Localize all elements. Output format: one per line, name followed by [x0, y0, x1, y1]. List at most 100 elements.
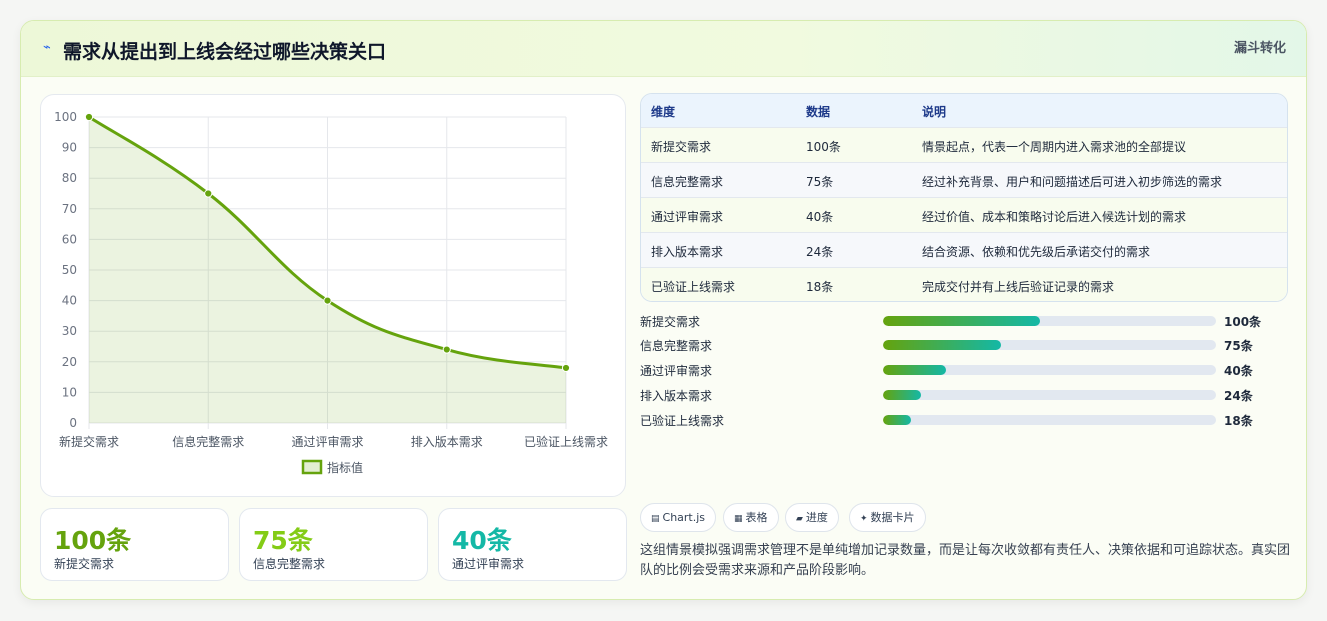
- stat-card: 100条 新提交需求: [40, 508, 229, 581]
- stat-value: 40条: [452, 526, 512, 555]
- table-cell: 已验证上线需求: [651, 280, 736, 294]
- progress-row: 已验证上线需求 18条: [640, 412, 1288, 430]
- progress-label: 排入版本需求: [640, 389, 713, 403]
- x-tick-label: 通过评审需求: [291, 434, 363, 449]
- table-cell: 24条: [806, 245, 834, 259]
- progress-value: 75条: [1224, 339, 1253, 353]
- x-tick-label: 新提交需求: [59, 434, 119, 449]
- progress-track: [883, 365, 1216, 375]
- chip-chartjs[interactable]: ▤ Chart.js: [640, 503, 717, 532]
- table-row: 排入版本需求 24条 结合资源、依赖和优先级后承诺交付的需求: [641, 232, 1287, 267]
- progress-value: 40条: [1224, 364, 1253, 378]
- progress-track: [883, 316, 1216, 326]
- data-point: [442, 345, 451, 354]
- y-tick-label: 100: [54, 110, 77, 124]
- x-tick-label: 排入版本需求: [411, 435, 483, 449]
- card-header: ⌁ 需求从提出到上线会经过哪些决策关口 漏斗转化: [21, 21, 1306, 77]
- y-tick-label: 0: [69, 416, 77, 430]
- data-point: [561, 363, 571, 373]
- sparkle-icon: ✦: [860, 514, 868, 524]
- table-header-row: 维度 数据 说明: [641, 94, 1287, 127]
- x-tick-label: 信息完整需求: [172, 434, 244, 449]
- y-tick-label: 80: [62, 171, 77, 185]
- data-point: [323, 296, 332, 305]
- progress-track: [883, 340, 1216, 350]
- stat-label: 通过评审需求: [452, 557, 525, 571]
- legend-swatch: [301, 459, 323, 475]
- progress-value: 24条: [1224, 389, 1253, 403]
- table-cell: 结合资源、依赖和优先级后承诺交付的需求: [922, 245, 1151, 259]
- progress-track: [883, 415, 1216, 425]
- table-cell: 经过补充背景、用户和问题描述后可进入初步筛选的需求: [922, 175, 1223, 189]
- progress-value: 100条: [1224, 315, 1262, 329]
- table-icon: ▦: [734, 514, 743, 524]
- y-tick-label: 30: [62, 324, 77, 338]
- table-row: 信息完整需求 75条 经过补充背景、用户和问题描述后可进入初步筛选的需求: [641, 162, 1287, 197]
- data-point: [84, 112, 94, 122]
- table-cell: 通过评审需求: [651, 210, 724, 224]
- chip-table[interactable]: ▦ 表格: [723, 503, 779, 532]
- table-cell: 经过价值、成本和策略讨论后进入候选计划的需求: [922, 210, 1187, 224]
- table-header-cell: 数据: [806, 105, 831, 119]
- progress-row: 排入版本需求 24条: [640, 387, 1288, 405]
- chart-icon: ▤: [651, 514, 660, 524]
- y-tick-label: 60: [62, 232, 77, 246]
- table-cell: 40条: [806, 210, 834, 224]
- chip-label: Chart.js: [662, 511, 706, 524]
- stat-card: 75条 信息完整需求: [239, 508, 428, 581]
- stat-label: 信息完整需求: [253, 557, 326, 571]
- y-tick-label: 10: [62, 385, 77, 399]
- progress-fill: [883, 316, 1040, 326]
- y-tick-label: 90: [62, 141, 77, 155]
- stat-value: 100条: [54, 526, 132, 555]
- table-cell: 18条: [806, 280, 834, 294]
- x-tick-label: 已验证上线需求: [524, 434, 608, 449]
- progress-row: 信息完整需求 75条: [640, 337, 1288, 355]
- progress-icon: ▰: [796, 514, 803, 524]
- progress-value: 18条: [1224, 414, 1253, 428]
- y-tick-label: 40: [62, 294, 77, 308]
- chip-label: 进度: [805, 511, 828, 524]
- progress-fill: [883, 365, 946, 375]
- funnel-card: ⌁ 需求从提出到上线会经过哪些决策关口 漏斗转化 0 10 20 30 40 50 60 70…: [20, 20, 1307, 600]
- line-chart: 0 10 20 30 40 50 60 70 80 90 100 新提交需求 信息完整需求 通过评审需求 排…: [54, 110, 608, 475]
- category-tag: 漏斗转化: [1233, 41, 1286, 56]
- chip-progress[interactable]: ▰ 进度: [785, 503, 839, 532]
- chip-data-cards[interactable]: ✦ 数据卡片: [849, 503, 926, 532]
- table-cell: 排入版本需求: [651, 245, 724, 259]
- progress-fill: [883, 340, 1001, 350]
- stat-card: 40条 通过评审需求: [438, 508, 627, 581]
- chip-label: 表格: [745, 511, 768, 524]
- progress-label: 信息完整需求: [640, 339, 713, 353]
- progress-track: [883, 390, 1216, 400]
- progress-row: 通过评审需求 40条: [640, 362, 1288, 380]
- card-title: 需求从提出到上线会经过哪些决策关口: [63, 41, 387, 63]
- stat-label: 新提交需求: [54, 557, 115, 571]
- table-cell: 情景起点，代表一个周期内进入需求池的全部提议: [922, 140, 1187, 154]
- progress-row: 新提交需求 100条: [640, 313, 1288, 331]
- progress-label: 已验证上线需求: [640, 414, 725, 428]
- y-tick-label: 50: [62, 263, 77, 277]
- progress-label: 新提交需求: [640, 315, 701, 329]
- table-cell: 新提交需求: [651, 140, 712, 154]
- data-table: 维度 数据 说明 新提交需求 100条 情景起点，代表一个周期内进入需求池的全部…: [640, 93, 1288, 302]
- table-cell: 完成交付并有上线后验证记录的需求: [922, 280, 1115, 294]
- chip-label: 数据卡片: [870, 511, 915, 524]
- progress-label: 通过评审需求: [640, 364, 713, 378]
- table-header-cell: 说明: [922, 105, 947, 119]
- table-cell: 信息完整需求: [651, 175, 724, 189]
- legend-label: 指标值: [327, 460, 363, 475]
- y-tick-label: 70: [62, 202, 77, 216]
- table-row: 新提交需求 100条 情景起点，代表一个周期内进入需求池的全部提议: [641, 127, 1287, 162]
- bolt-icon: ⌁: [43, 40, 51, 55]
- table-row: 通过评审需求 40条 经过价值、成本和策略讨论后进入候选计划的需求: [641, 197, 1287, 232]
- table-row: 已验证上线需求 18条 完成交付并有上线后验证记录的需求: [641, 267, 1287, 301]
- table-cell: 100条: [806, 140, 841, 154]
- line-chart-panel: 0 10 20 30 40 50 60 70 80 90 100 新提交需求 信息完整需求 通过评审需求 排…: [40, 94, 626, 497]
- footnote-text: 这组情景模拟强调需求管理不是单纯增加记录数量，而是让每次收敛都有责任人、决策依据…: [640, 543, 1291, 578]
- table-header-cell: 维度: [651, 105, 676, 119]
- table-cell: 75条: [806, 175, 834, 189]
- progress-fill: [883, 390, 921, 400]
- data-point: [204, 189, 213, 198]
- y-tick-label: 20: [62, 355, 77, 369]
